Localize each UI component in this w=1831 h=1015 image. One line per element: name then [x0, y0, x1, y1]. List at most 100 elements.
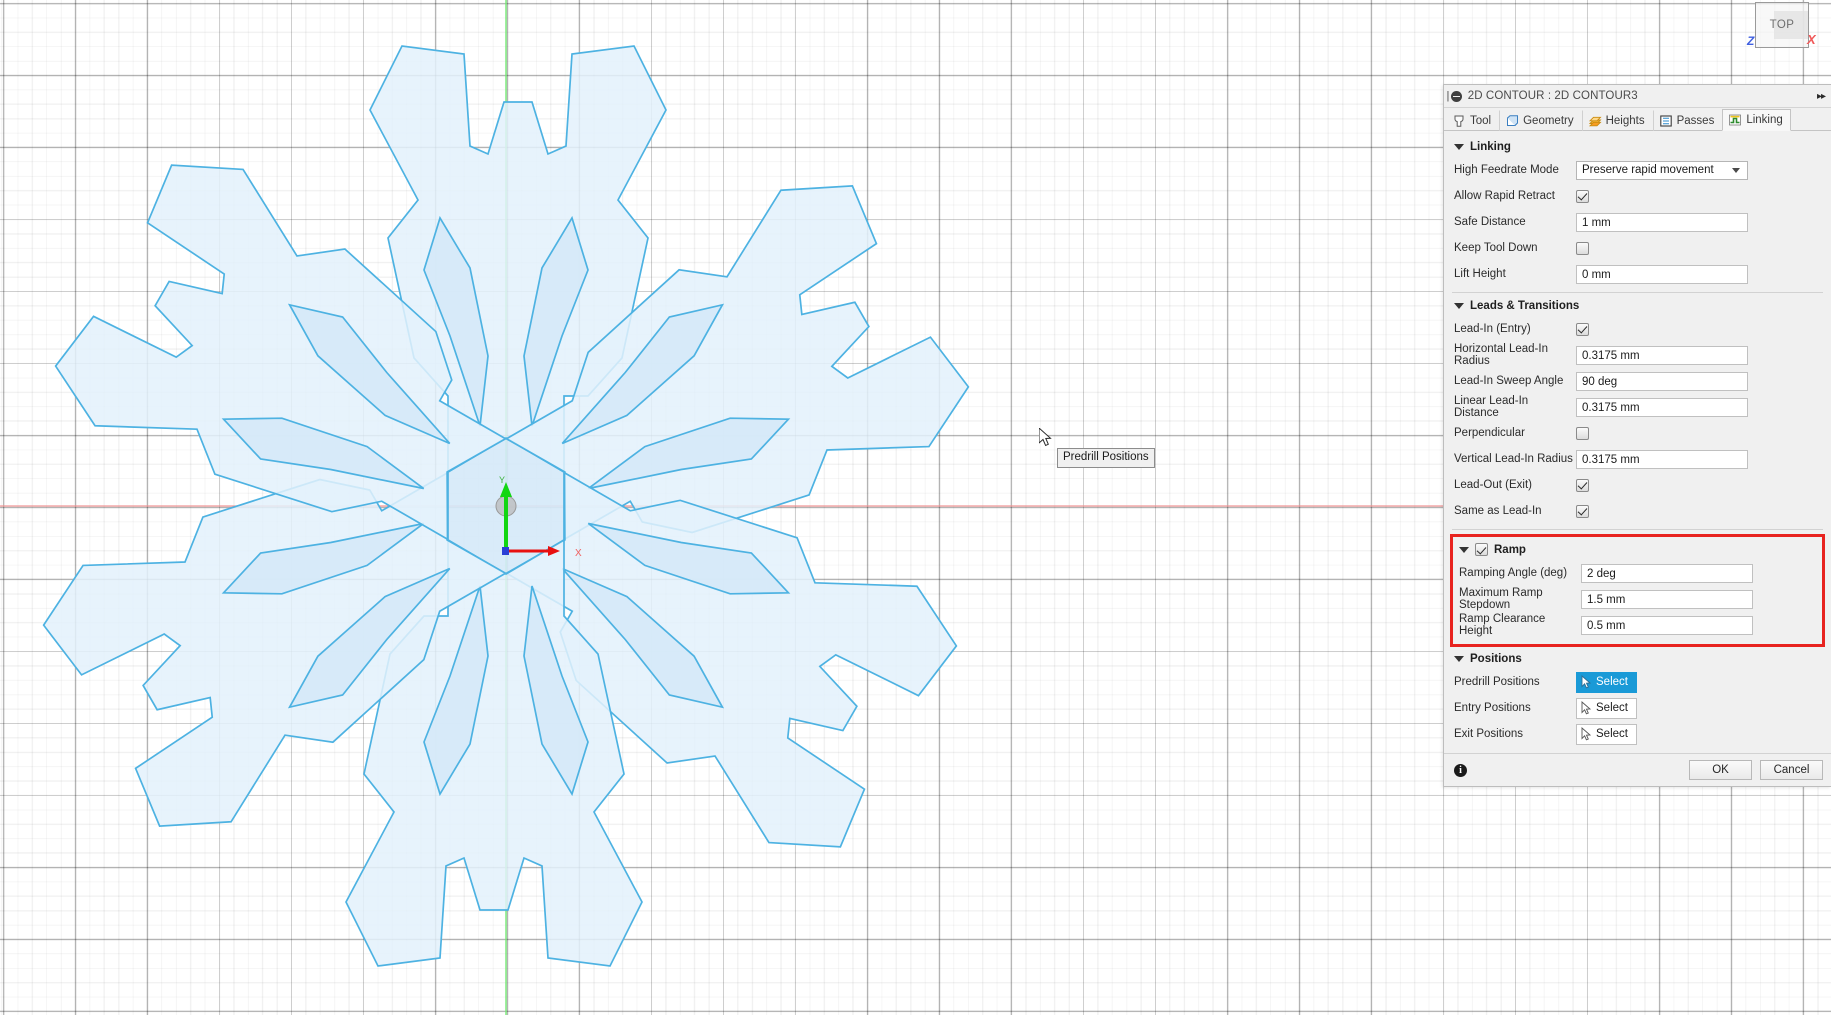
section-ramp-header[interactable]: Ramp	[1453, 539, 1822, 560]
row-lead-in-entry: Lead-In (Entry)	[1444, 316, 1831, 342]
horizontal-lead-in-radius-label: Horizontal Lead-In Radius	[1454, 343, 1548, 367]
view-cube-label: TOP	[1769, 19, 1795, 31]
exit-positions-label: Exit Positions	[1454, 728, 1524, 740]
tab-geometry[interactable]: Geometry	[1499, 110, 1582, 131]
passes-icon	[1659, 115, 1672, 127]
vertical-lead-in-radius-input[interactable]: 0.3175 mm	[1576, 449, 1748, 469]
row-lead-in-sweep-angle: Lead-In Sweep Angle 90 deg	[1444, 368, 1831, 394]
horizontal-lead-in-radius-input[interactable]: 0.3175 mm	[1576, 345, 1748, 365]
row-horizontal-lead-in-radius: Horizontal Lead-In Radius 0.3175 mm	[1444, 342, 1831, 368]
chevron-down-icon[interactable]	[1454, 144, 1464, 150]
lead-out-exit-label: Lead-Out (Exit)	[1454, 479, 1532, 491]
tab-linking-label: Linking	[1746, 114, 1783, 126]
high-feedrate-mode-label: High Feedrate Mode	[1454, 164, 1559, 176]
perpendicular-checkbox[interactable]	[1576, 426, 1589, 440]
tab-geometry-label: Geometry	[1523, 115, 1574, 127]
section-linking-title: Linking	[1470, 141, 1511, 153]
section-positions-title: Positions	[1470, 653, 1522, 665]
cursor-select-icon	[1581, 727, 1592, 741]
section-linking-header[interactable]: Linking	[1444, 137, 1831, 157]
row-vertical-lead-in-radius: Vertical Lead-In Radius 0.3175 mm	[1444, 446, 1831, 472]
cursor-select-icon	[1581, 701, 1592, 715]
maximum-ramp-stepdown-label: Maximum Ramp Stepdown	[1459, 587, 1543, 611]
chevron-down-icon[interactable]	[1732, 167, 1740, 173]
ramp-enable-checkbox[interactable]	[1475, 543, 1488, 556]
lead-in-sweep-angle-label: Lead-In Sweep Angle	[1454, 375, 1564, 387]
row-same-as-lead-in: Same as Lead-In	[1444, 498, 1831, 524]
safe-distance-label: Safe Distance	[1454, 216, 1526, 228]
lift-height-input[interactable]: 0 mm	[1576, 264, 1748, 284]
row-ramp-clearance-height: Ramp Clearance Height 0.5 mm	[1453, 612, 1822, 638]
section-leads-title: Leads & Transitions	[1470, 300, 1580, 312]
ok-button[interactable]: OK	[1689, 760, 1752, 780]
dialog-title: 2D CONTOUR : 2D CONTOUR3	[1467, 90, 1638, 102]
allow-rapid-retract-label: Allow Rapid Retract	[1454, 190, 1555, 202]
entry-positions-select-button[interactable]: Select	[1576, 697, 1637, 719]
chevron-down-icon[interactable]	[1454, 303, 1464, 309]
lead-out-exit-checkbox[interactable]	[1576, 478, 1589, 492]
dialog-tabs[interactable]: Tool Geometry Heights Passes Linking	[1444, 108, 1831, 131]
cancel-button[interactable]: Cancel	[1760, 760, 1823, 780]
lift-height-label: Lift Height	[1454, 268, 1506, 280]
dialog-body: Linking High Feedrate Mode Preserve rapi…	[1444, 131, 1831, 753]
mouse-cursor-icon	[1039, 428, 1052, 447]
keep-tool-down-checkbox[interactable]	[1576, 241, 1589, 255]
row-high-feedrate-mode: High Feedrate Mode Preserve rapid moveme…	[1444, 157, 1831, 183]
cursor-select-icon	[1581, 675, 1592, 689]
chevron-down-icon[interactable]	[1454, 656, 1464, 662]
section-ramp-title: Ramp	[1494, 543, 1526, 556]
predrill-positions-select-button[interactable]: Select	[1576, 671, 1637, 693]
same-as-lead-in-checkbox[interactable]	[1576, 504, 1589, 518]
row-lift-height: Lift Height 0 mm	[1444, 261, 1831, 287]
collapse-icon[interactable]	[1450, 90, 1462, 102]
ramping-angle-input[interactable]: 2 deg	[1581, 563, 1753, 583]
high-feedrate-mode-select[interactable]: Preserve rapid movement	[1576, 160, 1748, 180]
tab-linking[interactable]: Linking	[1722, 109, 1791, 131]
safe-distance-input[interactable]: 1 mm	[1576, 212, 1748, 232]
view-cube-top-face[interactable]: TOP	[1755, 2, 1809, 48]
view-cube[interactable]: TOP Z X	[1747, 2, 1816, 52]
lead-in-sweep-angle-input[interactable]: 90 deg	[1576, 371, 1748, 391]
row-perpendicular: Perpendicular	[1444, 420, 1831, 446]
row-entry-positions: Entry Positions Select	[1444, 695, 1831, 721]
tab-passes[interactable]: Passes	[1652, 110, 1723, 131]
tooltip-predrill-positions: Predrill Positions	[1057, 448, 1155, 468]
double-chevron-right-icon[interactable]: ▸▸	[1817, 91, 1827, 102]
predrill-positions-label: Predrill Positions	[1454, 676, 1540, 688]
linear-lead-in-distance-label: Linear Lead-In Distance	[1454, 395, 1529, 419]
maximum-ramp-stepdown-input[interactable]: 1.5 mm	[1581, 589, 1753, 609]
entry-positions-select-label: Select	[1596, 702, 1628, 714]
tab-tool[interactable]: Tool	[1446, 110, 1499, 131]
row-exit-positions: Exit Positions Select	[1444, 721, 1831, 747]
linear-lead-in-distance-input[interactable]: 0.3175 mm	[1576, 397, 1748, 417]
row-lead-out-exit: Lead-Out (Exit)	[1444, 472, 1831, 498]
chevron-down-icon[interactable]	[1459, 546, 1469, 553]
exit-positions-select-button[interactable]: Select	[1576, 723, 1637, 745]
dialog-drag-grip[interactable]: ||	[1446, 90, 1449, 102]
lead-in-entry-checkbox[interactable]	[1576, 322, 1589, 336]
cam-operation-dialog[interactable]: || 2D CONTOUR : 2D CONTOUR3 ▸▸ Tool Geom…	[1443, 84, 1831, 787]
vertical-lead-in-radius-label: Vertical Lead-In Radius	[1454, 453, 1573, 465]
viewcube-x-axis-label: X	[1807, 32, 1816, 47]
allow-rapid-retract-checkbox[interactable]	[1576, 189, 1589, 203]
perpendicular-label: Perpendicular	[1454, 427, 1525, 439]
section-leads-header[interactable]: Leads & Transitions	[1444, 296, 1831, 316]
row-predrill-positions: Predrill Positions Select	[1444, 669, 1831, 695]
ramp-clearance-height-input[interactable]: 0.5 mm	[1581, 615, 1753, 635]
tab-tool-label: Tool	[1470, 115, 1492, 127]
divider	[1452, 529, 1823, 530]
section-positions-header[interactable]: Positions	[1444, 649, 1831, 669]
linking-icon	[1729, 114, 1742, 126]
viewcube-z-axis-label: Z	[1747, 34, 1755, 48]
dialog-titlebar[interactable]: || 2D CONTOUR : 2D CONTOUR3 ▸▸	[1444, 85, 1831, 108]
row-linear-lead-in-distance: Linear Lead-In Distance 0.3175 mm	[1444, 394, 1831, 420]
ramp-clearance-height-label: Ramp Clearance Height	[1459, 613, 1546, 637]
divider	[1452, 292, 1823, 293]
tab-heights-label: Heights	[1605, 115, 1645, 127]
dialog-footer: i OK Cancel	[1444, 753, 1831, 786]
info-icon[interactable]: i	[1454, 763, 1467, 777]
tab-passes-label: Passes	[1676, 115, 1715, 127]
tool-icon	[1454, 115, 1464, 127]
tab-heights[interactable]: Heights	[1581, 110, 1653, 131]
row-keep-tool-down: Keep Tool Down	[1444, 235, 1831, 261]
